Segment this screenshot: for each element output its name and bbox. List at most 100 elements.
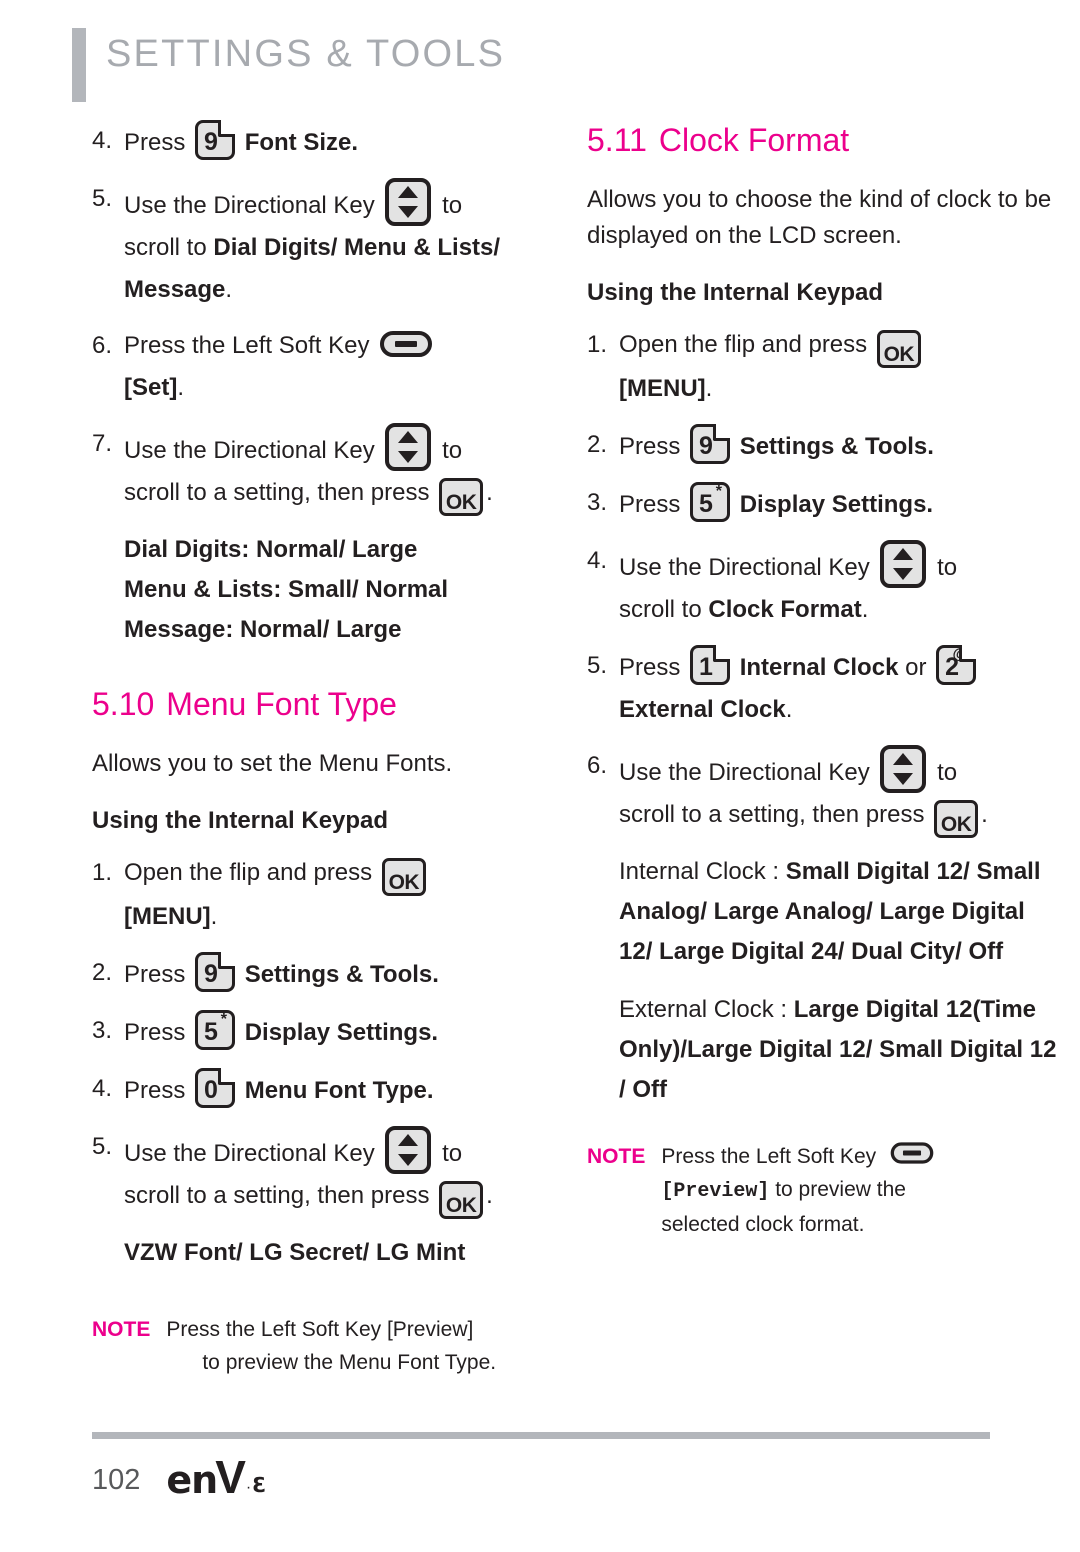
step-item: 1. Open the flip and press OK [MENU]. bbox=[92, 852, 562, 938]
step-line2-post: . bbox=[486, 479, 493, 506]
step-text-pre: Use the Directional Key bbox=[124, 192, 375, 219]
step-text: Use the Directional Key to scroll to Clo… bbox=[619, 540, 1057, 631]
footer-divider bbox=[92, 1432, 990, 1439]
step-text-pre: Press bbox=[619, 433, 681, 460]
left-soft-key-icon bbox=[890, 1142, 934, 1164]
step-item: 4. Use the Directional Key to scroll to … bbox=[587, 540, 1057, 631]
step-item: 3. Press 5 * Display Settings. bbox=[587, 482, 1057, 526]
section-heading-5-10: 5.10 Menu Font Type bbox=[92, 684, 562, 724]
step-line2-post: . bbox=[210, 903, 218, 930]
step-line2-bold: External Clock bbox=[619, 696, 786, 723]
step-text-pre: Press bbox=[619, 654, 681, 681]
step-text: Use the Directional Key to scroll to Dia… bbox=[124, 178, 562, 311]
step-text-pre: Press bbox=[124, 129, 186, 156]
note-block: NOTE Press the Left Soft Key [Preview] t… bbox=[587, 1140, 1057, 1241]
step-line2-post: . bbox=[486, 1182, 493, 1209]
note-text: Press the Left Soft Key [Preview] to pre… bbox=[166, 1313, 562, 1379]
step-number: 6. bbox=[92, 332, 113, 359]
ok-key-icon: OK bbox=[381, 858, 426, 896]
footer-row: 102 enV·3 bbox=[92, 1451, 992, 1503]
step-item: 2. Press 9 ‘ Settings & Tools. bbox=[92, 952, 562, 996]
note-line-1: Press the Left Soft Key bbox=[661, 1145, 877, 1168]
step-line2-post: . bbox=[861, 596, 869, 623]
step-number: 4. bbox=[92, 1075, 113, 1102]
right-column: 5.11 Clock Format Allows you to choose th… bbox=[587, 120, 1057, 1379]
step-text-pre: Press bbox=[124, 1077, 186, 1104]
step-line2-bold: [MENU] bbox=[124, 903, 211, 930]
env3-logo: enV·3 bbox=[166, 1451, 267, 1503]
step-item: 2. Press 9 ‘ Settings & Tools. bbox=[587, 424, 1057, 468]
step-text-post: Display Settings. bbox=[244, 1019, 439, 1046]
step-item: 1. Open the flip and press OK [MENU]. bbox=[587, 324, 1057, 410]
step-item: 5. Use the Directional Key to scroll to … bbox=[92, 1126, 562, 1219]
step-item: 3. Press 5 * Display Settings. bbox=[92, 1010, 562, 1054]
step-text: Press the Left Soft Key [Set]. bbox=[124, 325, 562, 409]
ok-key-icon: OK bbox=[439, 1181, 484, 1219]
note-label: NOTE bbox=[92, 1318, 151, 1341]
key-1-icon: 1’ bbox=[690, 645, 731, 685]
step-text-pre: Press bbox=[619, 491, 681, 518]
subsection-heading: Using the Internal Keypad bbox=[587, 279, 884, 306]
step-line2-post: . bbox=[981, 801, 988, 828]
directional-key-icon bbox=[880, 745, 927, 793]
step-text: Press 9 ‘ Font Size. bbox=[124, 120, 562, 164]
section-title: Clock Format bbox=[658, 122, 850, 158]
header-accent-bar bbox=[72, 28, 86, 102]
key-9-icon: 9 ‘ bbox=[195, 120, 236, 160]
step-line2-post: . bbox=[705, 375, 713, 402]
step-text-pre: Open the flip and press bbox=[124, 859, 373, 886]
step-line2-bold: [Set] bbox=[124, 374, 178, 401]
content-columns: 4. Press 9 ‘ Font Size. 5. Use the Direct… bbox=[0, 120, 1080, 1379]
internal-clock-options: Internal Clock : Small Digital 12/ Small… bbox=[619, 852, 1057, 972]
step-text: Open the flip and press OK [MENU]. bbox=[124, 852, 562, 938]
step-text-pre: Use the Directional Key bbox=[124, 437, 375, 464]
left-column: 4. Press 9 ‘ Font Size. 5. Use the Direct… bbox=[92, 120, 562, 1379]
step-line2-post: . bbox=[225, 276, 233, 303]
step-text: Use the Directional Key to scroll to a s… bbox=[619, 745, 1057, 838]
step-text-pre: Use the Directional Key bbox=[619, 759, 870, 786]
step-text-post: Font Size. bbox=[244, 129, 359, 156]
step-text-post: to bbox=[442, 437, 463, 464]
key-9-icon: 9 ‘ bbox=[690, 424, 731, 464]
step-text-post: Settings & Tools. bbox=[244, 961, 439, 988]
step-number: 7. bbox=[92, 430, 113, 457]
step-text: Press 1’ Internal Clock or 2 @ External C… bbox=[619, 645, 1057, 731]
manual-page: SETTINGS & TOOLS 4. Press 9 ‘ Font Size. … bbox=[0, 0, 1080, 1552]
step-text-pre: Press the Left Soft Key bbox=[124, 332, 370, 359]
step-item: 4. Press 9 ‘ Font Size. bbox=[92, 120, 562, 164]
option-line: Menu & Lists: Small/ Normal bbox=[124, 576, 449, 603]
note-text: Press the Left Soft Key [Preview] to pre… bbox=[661, 1140, 1057, 1241]
step-line2-post: . bbox=[177, 374, 185, 401]
step-item: 6. Press the Left Soft Key [Set]. bbox=[92, 325, 562, 409]
logo-en-text: en bbox=[166, 1458, 218, 1502]
note-line-1: Press the Left Soft Key [Preview] bbox=[166, 1318, 474, 1341]
step-text-pre: Use the Directional Key bbox=[619, 554, 870, 581]
step-text: Use the Directional Key to scroll to a s… bbox=[124, 1126, 562, 1219]
step-text-post: to bbox=[937, 759, 958, 786]
step-text-post: Menu Font Type. bbox=[244, 1077, 434, 1104]
step-line2-pre: scroll to bbox=[124, 234, 214, 261]
step-text-post: Display Settings. bbox=[739, 491, 934, 518]
external-clock-label: External Clock : bbox=[619, 996, 794, 1023]
key-5-icon: 5 * bbox=[690, 482, 731, 522]
step-item: 4. Press 0’ Menu Font Type. bbox=[92, 1068, 562, 1112]
ok-key-icon: OK bbox=[876, 330, 921, 368]
step-number: 5. bbox=[92, 1133, 113, 1160]
step-number: 1. bbox=[92, 859, 113, 886]
note-preview-label: [Preview] bbox=[661, 1180, 770, 1203]
key-2-icon: 2 @ bbox=[936, 645, 977, 685]
note-line-3: selected clock format. bbox=[661, 1213, 865, 1236]
section-title: Menu Font Type bbox=[166, 686, 397, 722]
step-text-pre: Use the Directional Key bbox=[124, 1140, 375, 1167]
ok-key-icon: OK bbox=[934, 800, 979, 838]
step-number: 3. bbox=[587, 489, 608, 516]
directional-key-icon bbox=[385, 1126, 432, 1174]
step-number: 5. bbox=[587, 652, 608, 679]
step-text-post: Settings & Tools. bbox=[739, 433, 934, 460]
page-header: SETTINGS & TOOLS bbox=[72, 28, 505, 102]
logo-v-text: V bbox=[215, 1451, 246, 1503]
step-text-bold: Internal Clock bbox=[739, 654, 899, 681]
option-line: Message: Normal/ Large bbox=[124, 616, 402, 643]
directional-key-icon bbox=[385, 178, 432, 226]
step-line2-pre: scroll to bbox=[619, 596, 709, 623]
